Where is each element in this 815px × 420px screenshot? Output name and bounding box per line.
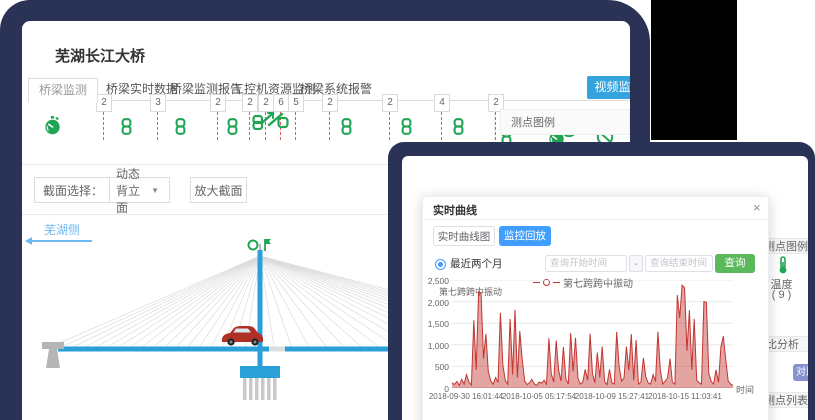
y-tick: 2,500 xyxy=(423,276,449,286)
sensor-dashed-line xyxy=(389,112,390,140)
sensor-dashed-line xyxy=(249,112,250,140)
sensor-count-badge: 5 xyxy=(288,94,304,112)
sensor-link-icon[interactable] xyxy=(452,118,465,140)
sensor-dashed-line xyxy=(157,112,158,140)
y-tick: 1,000 xyxy=(423,341,449,351)
realtime-curve-dialog: 实时曲线 × 实时曲线图 监控回放 最近两个月 - 查询 第七跨跨中振动 第七跨… xyxy=(422,196,769,420)
sensor-count-badge: 3 xyxy=(150,94,166,112)
enlarge-section-button[interactable]: 放大截面 xyxy=(190,177,247,203)
tab-bridge-monitor[interactable]: 桥梁监测 xyxy=(28,78,98,103)
x-tick: 2018-10-15 11:03:41 xyxy=(647,392,723,401)
section-select-label: 截面选择： xyxy=(35,182,109,199)
desktop-black-area xyxy=(651,0,737,140)
sensor-stopwatch-icon[interactable] xyxy=(44,116,61,140)
popup-window: 测点图例 温度 ( 9 ) 对比分析 对比分析 故障测点列表 实时曲线 × 实时… xyxy=(402,156,808,420)
sensor-dashed-line xyxy=(103,112,104,140)
sensor-link-icon[interactable] xyxy=(340,118,353,140)
y-tick: 1,500 xyxy=(423,319,449,329)
pier-cap xyxy=(240,366,280,378)
compare-analysis-button[interactable]: 对比分析 xyxy=(793,364,808,381)
tower-flag-icon xyxy=(265,239,271,244)
sensor-dashed-line xyxy=(295,112,296,140)
radio-last-two-months[interactable] xyxy=(435,259,446,270)
thermometer-icon[interactable] xyxy=(777,256,789,274)
chevron-down-icon: ▼ xyxy=(151,186,163,195)
sensor-link-icon[interactable] xyxy=(174,118,187,140)
legend-panel-header: 测点图例 xyxy=(500,109,630,135)
sensor-count-badge: 2 xyxy=(382,94,398,112)
x-tick: 2018-10-09 15:27:41 xyxy=(574,392,650,401)
query-start-input[interactable] xyxy=(545,255,627,272)
tab-realtime-curve[interactable]: 实时曲线图 xyxy=(433,226,495,246)
sensor-row: 2 3 2 2265 2 2 4 2 xyxy=(22,21,630,160)
sensor-dashed-line xyxy=(329,112,330,140)
sensor-count-badge: 4 xyxy=(434,94,450,112)
dialog-title: 实时曲线 xyxy=(433,202,477,218)
query-button[interactable]: 查询 xyxy=(715,254,755,273)
sensor-wind-icon[interactable] xyxy=(252,108,290,135)
close-icon[interactable]: × xyxy=(753,200,761,215)
sensor-link-icon[interactable] xyxy=(226,118,239,140)
sensor-link-icon[interactable] xyxy=(120,118,133,140)
sensor-dashed-line xyxy=(217,112,218,140)
y-tick: 500 xyxy=(423,362,449,372)
abutment-pier xyxy=(46,349,60,368)
screen: 芜湖长江大桥 桥梁监测 桥梁实时数据 桥梁监测报告 工控机资源监测 桥梁系统报警… xyxy=(0,0,815,420)
foundation-piles xyxy=(243,378,277,400)
date-range-separator: - xyxy=(629,255,643,272)
query-end-input[interactable] xyxy=(645,255,713,272)
x-tick: 2018-10-05 05:17:54 xyxy=(501,392,577,401)
chart-plot xyxy=(452,280,733,388)
sensor-count-badge: 2 xyxy=(210,94,226,112)
radio-label: 最近两个月 xyxy=(450,256,503,271)
sensor-dashed-line xyxy=(441,112,442,140)
tab-monitor-playback[interactable]: 监控回放 xyxy=(499,226,551,246)
sensor-dashed-line xyxy=(495,112,496,140)
sensor-link-icon[interactable] xyxy=(400,118,413,140)
sensor-count-badge: 2 xyxy=(322,94,338,112)
section-select-value: 动态背立面 xyxy=(116,165,141,216)
y-tick: 2,000 xyxy=(423,298,449,308)
sensor-count-badge: 2 xyxy=(96,94,112,112)
car xyxy=(222,326,263,346)
deck-expansion-joint xyxy=(269,347,285,352)
bridge-side-label: 芜湖侧 xyxy=(44,221,80,238)
chart-series xyxy=(452,285,733,388)
abutment-cap xyxy=(42,342,64,349)
x-tick: 2018-09-30 16:01:44 xyxy=(428,392,504,401)
tower-gps-icon[interactable] xyxy=(249,241,258,250)
dialog-title-divider xyxy=(423,219,768,220)
popup-window-frame: 测点图例 温度 ( 9 ) 对比分析 对比分析 故障测点列表 实时曲线 × 实时… xyxy=(388,142,815,420)
chart-x-axis-title: 时间 xyxy=(736,383,754,396)
section-select-group: 截面选择： 动态背立面 ▼ xyxy=(34,177,170,203)
section-select-dropdown[interactable]: 动态背立面 ▼ xyxy=(109,178,169,202)
